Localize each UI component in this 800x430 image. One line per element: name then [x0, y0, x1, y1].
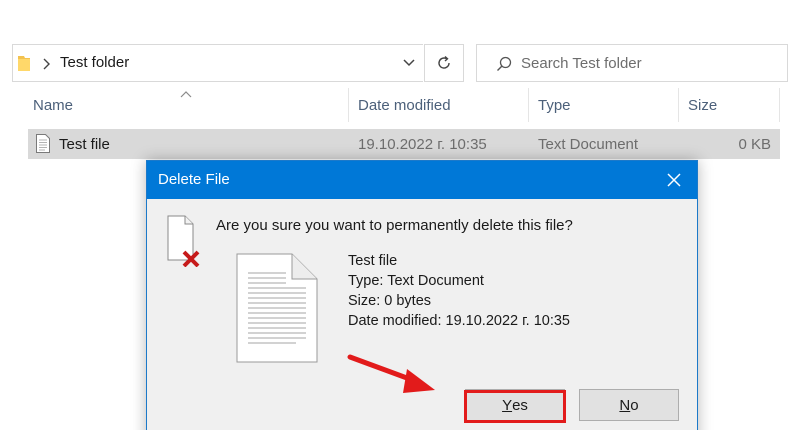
close-button[interactable]	[651, 161, 697, 199]
detail-name: Test file	[348, 253, 398, 269]
document-icon	[236, 253, 318, 363]
no-button[interactable]: No	[579, 389, 679, 421]
file-size: 0 KB	[738, 136, 771, 153]
refresh-icon	[438, 55, 450, 69]
close-icon	[667, 173, 681, 187]
column-header-date-modified[interactable]: Date modified	[349, 88, 529, 122]
file-name: Test file	[59, 136, 110, 153]
detail-size: Size: 0 bytes	[348, 293, 432, 309]
file-type: Text Document	[538, 136, 639, 153]
confirmation-question: Are you sure you want to permanently del…	[216, 217, 573, 234]
address-bar[interactable]: Test folder	[12, 44, 423, 82]
chevron-down-icon	[402, 59, 415, 67]
file-row[interactable]: Test file 19.10.2022 г. 10:35 Text Docum…	[28, 129, 780, 159]
file-details: Test file Type: Text Document Size: 0 by…	[348, 251, 570, 331]
column-header-size[interactable]: Size	[679, 88, 780, 122]
breadcrumb[interactable]: Test folder	[60, 54, 129, 71]
file-date-modified: 19.10.2022 г. 10:35	[358, 136, 487, 153]
search-box[interactable]	[476, 44, 788, 82]
chevron-right-icon[interactable]	[41, 57, 51, 71]
annotation-arrow	[347, 354, 435, 393]
dialog-title-bar[interactable]: Delete File	[147, 161, 697, 199]
text-document-icon	[36, 134, 50, 153]
refresh-button[interactable]	[424, 44, 464, 82]
search-input[interactable]	[521, 51, 776, 75]
annotation-highlight-box	[464, 390, 566, 423]
detail-date-modified: Date modified: 19.10.2022 г. 10:35	[348, 313, 570, 329]
delete-file-icon	[167, 215, 200, 267]
no-button-label: o	[630, 396, 639, 414]
search-icon	[497, 56, 512, 71]
folder-icon	[18, 56, 30, 71]
no-button-hotkey: N	[619, 396, 631, 414]
column-header-name[interactable]: Name	[24, 88, 349, 122]
delete-file-dialog: Delete File Are you sure you want to per…	[146, 160, 698, 430]
address-dropdown-button[interactable]	[393, 45, 424, 81]
detail-type: Type: Text Document	[348, 273, 484, 289]
dialog-body: Are you sure you want to permanently del…	[147, 199, 697, 430]
column-header-type[interactable]: Type	[529, 88, 679, 122]
dialog-title: Delete File	[158, 171, 230, 188]
